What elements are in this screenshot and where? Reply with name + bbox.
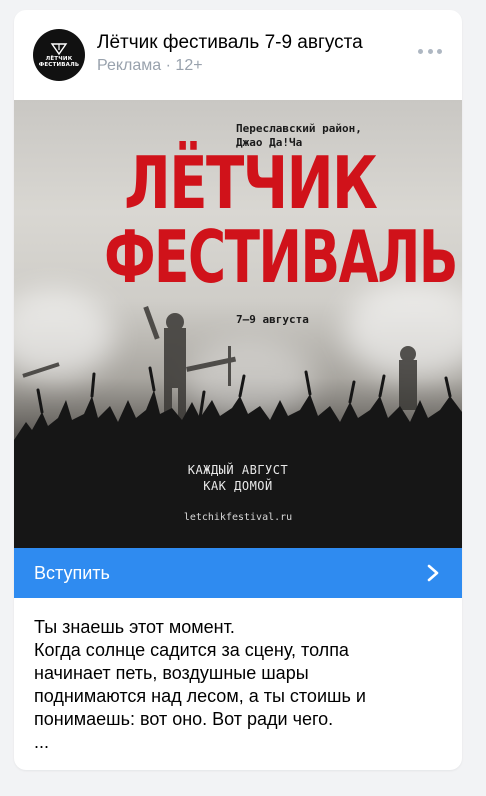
guitar-pick-icon: [50, 43, 68, 56]
post-text-line: Когда солнце садится за сцену, толпа: [34, 640, 349, 660]
poster-headline-line1: ЛЁТЧИК: [124, 141, 378, 225]
ad-post-card: ЛЁТЧИК ФЕСТИВАЛЬ Лётчик фестиваль 7-9 ав…: [14, 10, 462, 770]
post-text-line: Ты знаешь этот момент.: [34, 617, 235, 637]
show-more-ellipsis[interactable]: ...: [34, 731, 444, 754]
more-dot: [418, 48, 423, 54]
post-meta: Реклама · 12+: [97, 57, 203, 75]
join-button-label: Вступить: [34, 563, 110, 583]
post-text: Ты знаешь этот момент. Когда солнце сади…: [34, 616, 444, 754]
more-dot: [427, 48, 433, 54]
meta-separator: ·: [165, 57, 171, 74]
poster-headline-line2: ФЕСТИВАЛЬ: [104, 215, 458, 299]
poster-dates: 7–9 августа: [236, 313, 309, 326]
post-header: ЛЁТЧИК ФЕСТИВАЛЬ Лётчик фестиваль 7-9 ав…: [14, 10, 462, 100]
poster-location-line1: Переславский район,: [236, 122, 362, 135]
age-rating: 12+: [175, 57, 203, 74]
join-button[interactable]: Вступить: [14, 548, 462, 598]
post-text-line: понимаешь: вот оно. Вот ради чего.: [34, 709, 334, 729]
ad-label: Реклама: [97, 57, 162, 74]
post-text-line: поднимаются над лесом, а ты стоишь и: [34, 686, 366, 706]
post-text-line: начинает петь, воздушные шары: [34, 663, 309, 683]
chevron-right-icon: [427, 564, 439, 582]
poster-slogan-line2: КАК ДОМОЙ: [203, 479, 273, 493]
more-dot: [437, 48, 442, 54]
poster-slogan-line1: КАЖДЫЙ АВГУСТ: [187, 463, 289, 477]
poster-slogan: КАЖДЫЙ АВГУСТ КАК ДОМОЙ: [138, 462, 338, 494]
avatar-logo-line2: ФЕСТИВАЛЬ: [38, 62, 80, 68]
poster-website: letchikfestival.ru: [183, 512, 293, 523]
ad-poster-image[interactable]: Переславский район, Джао Да!Ча ЛЁТЧИК ФЕ…: [14, 100, 462, 548]
avatar[interactable]: ЛЁТЧИК ФЕСТИВАЛЬ: [33, 29, 85, 81]
post-title[interactable]: Лётчик фестиваль 7-9 августа: [97, 32, 417, 54]
more-horizontal-icon[interactable]: [418, 46, 442, 56]
